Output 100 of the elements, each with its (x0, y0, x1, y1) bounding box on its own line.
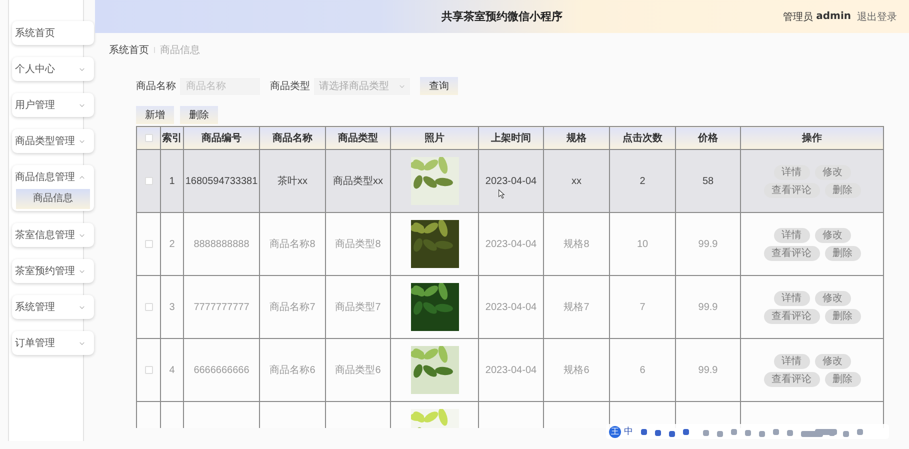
action-button[interactable]: 详情 (774, 164, 810, 180)
menu-item[interactable]: 系统管理 (12, 295, 94, 319)
menu-label: 系统首页 (15, 26, 55, 40)
user-role: 管理员 (783, 10, 814, 24)
table-cell: 6666666666 (194, 364, 250, 376)
chevron-down-icon (399, 84, 405, 88)
table-cell: 99.9 (698, 364, 718, 376)
menu-label: 商品类型管理 (15, 134, 75, 148)
menu-label: 用户管理 (15, 98, 55, 112)
table-cell: 99.9 (698, 238, 718, 250)
column-header: 价格 (676, 126, 740, 150)
table-cell: 7777777777 (194, 302, 250, 312)
menu-item[interactable]: 商品信息管理 商品信息 (12, 165, 94, 211)
table-cell: 商品名称8 (270, 239, 316, 250)
table-cell: 2023-04-04 (485, 302, 537, 312)
row-checkbox[interactable] (144, 366, 152, 374)
menu-item[interactable]: 订单管理 (12, 331, 94, 355)
row-checkbox[interactable] (144, 302, 152, 311)
table-cell: 7 (640, 302, 646, 312)
action-button[interactable]: 查看评论 (764, 246, 820, 260)
menu-label: 订单管理 (15, 336, 55, 350)
action-button[interactable]: 详情 (774, 354, 810, 368)
menu-item[interactable]: 个人中心 (12, 57, 94, 81)
action-button[interactable]: 删除 (824, 372, 860, 386)
menu-label: 茶室信息管理 (15, 228, 75, 242)
chevron-down-icon (79, 102, 85, 108)
table-cell: 10 (636, 238, 648, 250)
chevron-down-icon (79, 138, 85, 144)
table-cell: xx (572, 176, 582, 186)
language-mode[interactable]: 中 (624, 425, 633, 438)
table-cell: 规格7 (564, 302, 590, 313)
table-cell: 商品名称7 (270, 302, 316, 313)
menu-label: 茶室预约管理 (15, 264, 75, 278)
chevron-up-icon (79, 174, 85, 180)
table-cell: 1 (160, 150, 184, 212)
table-cell: 4 (160, 338, 184, 402)
chevron-down-icon (79, 232, 85, 238)
action-button[interactable]: 查看评论 (764, 182, 820, 198)
query-button[interactable]: 查询 (420, 77, 458, 95)
table-cell: 2 (160, 212, 184, 276)
field-label: 商品类型 (270, 80, 310, 93)
table-cell: 商品名称6 (270, 365, 316, 376)
table-cell: 商品类型xx (333, 176, 383, 187)
action-button[interactable]: 查看评论 (764, 308, 820, 324)
table-cell: 2023-04-04 (485, 238, 537, 250)
mouse-pointer-icon (498, 189, 505, 199)
breadcrumb-item[interactable]: 系统首页 (109, 43, 149, 57)
column-header: 商品名称 (260, 126, 326, 150)
table-cell: 6 (640, 364, 646, 376)
breadcrumb-item: 商品信息 (160, 44, 200, 57)
action-button[interactable]: 修改 (814, 354, 850, 368)
user-name: admin (816, 11, 851, 22)
ime-mode-badge[interactable]: 王 (609, 426, 621, 438)
chevron-down-icon (79, 304, 85, 310)
action-button[interactable]: 删除 (824, 308, 860, 324)
action-button[interactable]: 查看评论 (764, 372, 820, 386)
column-header: 点击次数 (610, 126, 676, 150)
table-cell: 规格6 (564, 365, 590, 376)
table-cell: 8888888888 (194, 238, 250, 250)
table-cell: 规格8 (564, 239, 590, 250)
menu-label: 系统管理 (15, 300, 55, 314)
menu-label: 个人中心 (15, 62, 55, 76)
menu-item[interactable]: 茶室预约管理 (12, 259, 94, 283)
name-input[interactable]: 商品名称 (180, 78, 260, 94)
column-header: 商品类型 (326, 126, 390, 150)
column-header: 索引 (160, 126, 184, 150)
action-button[interactable]: 详情 (774, 228, 810, 242)
menu-item[interactable]: 系统首页 (12, 21, 94, 45)
action-button[interactable]: 修改 (814, 228, 850, 242)
field-label: 商品名称 (136, 80, 176, 93)
action-button[interactable]: 详情 (774, 290, 810, 306)
table-cell: 商品类型7 (335, 302, 381, 313)
action-button[interactable]: 删除 (824, 246, 860, 260)
table-cell: 1680594733381 (185, 176, 258, 186)
column-header: 照片 (390, 126, 478, 150)
row-checkbox[interactable] (144, 240, 152, 248)
menu-item[interactable]: 茶室信息管理 (12, 223, 94, 247)
table-cell: 商品类型6 (335, 365, 381, 376)
toolbar-button[interactable]: 删除 (180, 106, 218, 124)
toolbar-button[interactable]: 新增 (136, 106, 174, 124)
action-button[interactable]: 删除 (824, 182, 860, 198)
chevron-down-icon (79, 268, 85, 274)
submenu-item[interactable]: 商品信息 (16, 189, 90, 209)
column-header: 上架时间 (478, 126, 544, 150)
table-cell: 2023-04-04 (485, 176, 537, 186)
table-cell: 99.9 (698, 302, 718, 312)
action-button[interactable]: 修改 (814, 164, 850, 180)
select-all-checkbox[interactable] (144, 134, 152, 142)
table-cell: 茶叶xx (278, 176, 308, 187)
row-checkbox[interactable] (144, 176, 152, 185)
table-cell: 2023-04-04 (485, 364, 537, 376)
action-button[interactable]: 修改 (814, 290, 850, 306)
logout-link[interactable]: 退出登录 (857, 10, 897, 24)
table-cell: 3 (160, 276, 184, 338)
menu-item[interactable]: 商品类型管理 (12, 129, 94, 153)
menu-item[interactable]: 用户管理 (12, 93, 94, 117)
menu-label: 商品信息管理 (15, 170, 75, 184)
app-title: 共享茶室预约微信小程序 (442, 9, 562, 24)
chevron-down-icon (79, 340, 85, 346)
table-cell: 商品类型8 (335, 239, 381, 250)
